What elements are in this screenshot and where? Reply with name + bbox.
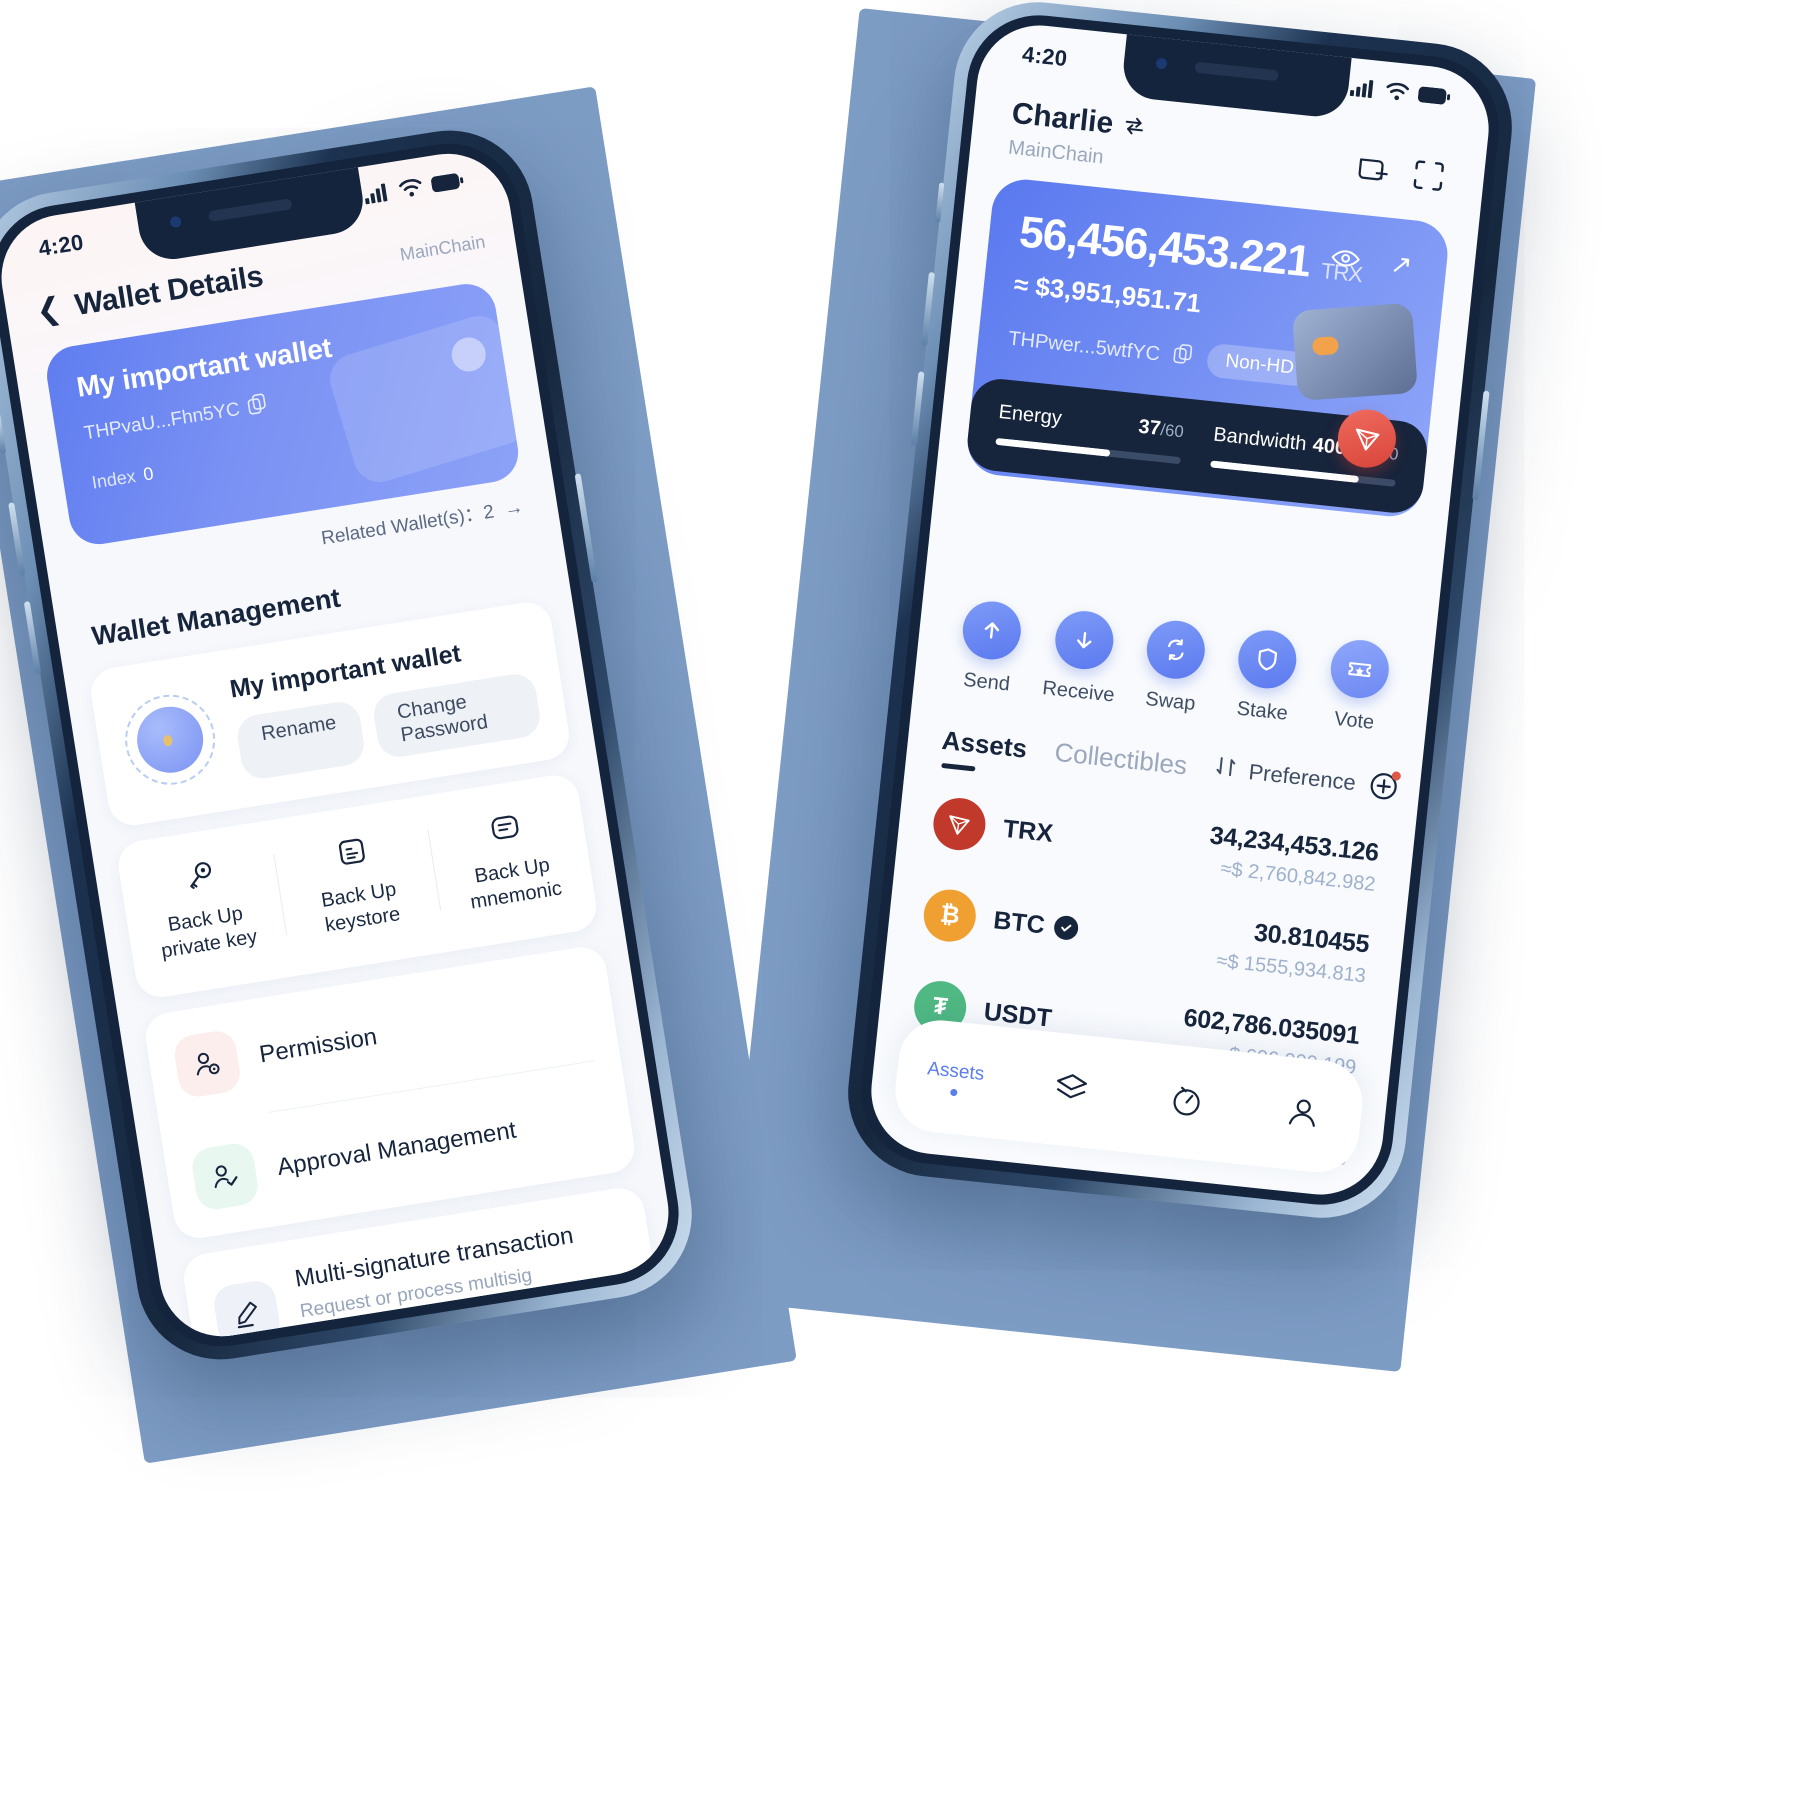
asset-amount-bttold: 2648771.04328662 bbox=[1129, 1183, 1341, 1201]
backup-private-key-label: Back Up private key bbox=[159, 902, 259, 963]
wallet-avatar-icon[interactable] bbox=[118, 687, 222, 791]
shield-icon bbox=[1235, 627, 1300, 692]
energy-label: Energy bbox=[997, 401, 1063, 430]
front-camera bbox=[169, 215, 183, 229]
action-swap[interactable]: Swap bbox=[1123, 616, 1225, 718]
cellular-icon bbox=[1349, 78, 1377, 104]
swap-icon bbox=[1143, 617, 1208, 682]
nav-item-profile[interactable] bbox=[1242, 1086, 1363, 1143]
menu-label-permission: Permission bbox=[257, 1022, 379, 1069]
backup-private-key-button[interactable]: Back Up private key bbox=[118, 838, 289, 974]
bandwidth-label: Bandwidth bbox=[1212, 423, 1308, 456]
speaker-grille bbox=[207, 198, 293, 223]
status-time-right: 4:20 bbox=[1020, 41, 1069, 72]
approval-user-check-icon bbox=[189, 1140, 261, 1212]
battery-icon bbox=[1417, 86, 1451, 110]
energy-progress bbox=[995, 437, 1181, 465]
asset-symbol-btc: BTC bbox=[992, 905, 1047, 940]
arrow-down-icon bbox=[1052, 608, 1116, 672]
swap-accounts-icon bbox=[1121, 108, 1146, 144]
action-receive[interactable]: Receive bbox=[1031, 606, 1133, 708]
add-wallet-icon[interactable] bbox=[1354, 151, 1392, 193]
balance-address: THPwer...5wtfYC bbox=[1007, 327, 1162, 365]
sort-icon[interactable] bbox=[1213, 755, 1238, 785]
index-label: Index bbox=[90, 466, 138, 493]
nav-label-assets: Assets bbox=[926, 1057, 986, 1085]
backup-mnemonic-button[interactable]: Back Up mnemonic bbox=[425, 790, 596, 926]
trx-coin-icon bbox=[930, 795, 988, 853]
scene: 4:20 ❮ Wallet Details MainChain My impor… bbox=[0, 0, 1800, 1800]
energy-max: /60 bbox=[1159, 420, 1185, 442]
back-button[interactable]: ❮ bbox=[34, 292, 64, 329]
copy-icon[interactable] bbox=[1172, 343, 1195, 371]
explore-icon bbox=[1165, 1086, 1207, 1126]
menu-label-approval-management: Approval Management bbox=[275, 1116, 518, 1181]
profile-icon bbox=[1281, 1099, 1323, 1138]
nav-item-assets[interactable]: Assets bbox=[895, 1055, 1015, 1102]
mnemonic-note-icon bbox=[431, 796, 579, 858]
arrow-up-icon bbox=[960, 598, 1024, 663]
pencil-icon bbox=[211, 1277, 283, 1346]
wallet-3d-icon bbox=[1291, 302, 1418, 401]
nav-item-layers[interactable] bbox=[1011, 1062, 1132, 1119]
keystore-file-icon bbox=[278, 821, 426, 883]
permission-user-icon bbox=[171, 1028, 243, 1099]
layers-icon bbox=[1049, 1073, 1091, 1114]
action-vote[interactable]: Vote bbox=[1307, 635, 1409, 737]
energy-value: 37 bbox=[1137, 415, 1162, 440]
preference-label[interactable]: Preference bbox=[1247, 759, 1357, 796]
nav-item-explore[interactable] bbox=[1127, 1074, 1248, 1131]
battery-icon bbox=[430, 172, 465, 198]
account-name: Charlie bbox=[1010, 96, 1115, 141]
status-time: 4:20 bbox=[36, 229, 86, 262]
chain-label[interactable]: MainChain bbox=[398, 231, 486, 265]
arrow-right-icon: → bbox=[497, 496, 525, 522]
wifi-icon bbox=[1384, 81, 1410, 106]
nav-active-dot bbox=[949, 1088, 958, 1096]
front-camera-right bbox=[1155, 57, 1168, 70]
copy-icon[interactable] bbox=[247, 392, 271, 421]
backup-keystore-button[interactable]: Back Up keystore bbox=[271, 814, 442, 950]
wifi-icon bbox=[398, 177, 425, 203]
action-stake[interactable]: Stake bbox=[1215, 626, 1317, 728]
related-wallets-label: Related Wallet(s)：2 bbox=[319, 501, 496, 550]
btc-coin-icon: ₿ bbox=[921, 887, 979, 945]
backup-mnemonic-label: Back Up mnemonic bbox=[468, 854, 564, 914]
change-password-button[interactable]: Change Password bbox=[370, 671, 543, 761]
cellular-icon bbox=[363, 182, 392, 209]
backup-keystore-label: Back Up keystore bbox=[319, 878, 402, 937]
eye-icon[interactable] bbox=[1329, 246, 1362, 276]
rename-button[interactable]: Rename bbox=[234, 699, 367, 782]
speaker-grille-right bbox=[1194, 61, 1279, 82]
asset-symbol-trx: TRX bbox=[1001, 814, 1055, 848]
tab-assets[interactable]: Assets bbox=[939, 725, 1029, 779]
index-value: 0 bbox=[141, 463, 155, 485]
wallet-address: THPvaU...Fhn5YC bbox=[82, 398, 242, 445]
ticket-icon bbox=[1327, 637, 1392, 701]
arrow-up-right-icon[interactable]: ↗ bbox=[1389, 248, 1414, 281]
mute-switch[interactable] bbox=[0, 413, 7, 454]
add-token-icon[interactable] bbox=[1366, 769, 1402, 804]
scan-qr-icon[interactable] bbox=[1410, 157, 1448, 199]
resource-energy[interactable]: Energy 37/60 bbox=[995, 401, 1185, 465]
account-switcher[interactable]: Charlie bbox=[1010, 97, 1147, 145]
key-icon bbox=[125, 845, 273, 907]
verified-check-icon bbox=[1053, 914, 1080, 942]
action-send[interactable]: Send bbox=[939, 597, 1041, 699]
